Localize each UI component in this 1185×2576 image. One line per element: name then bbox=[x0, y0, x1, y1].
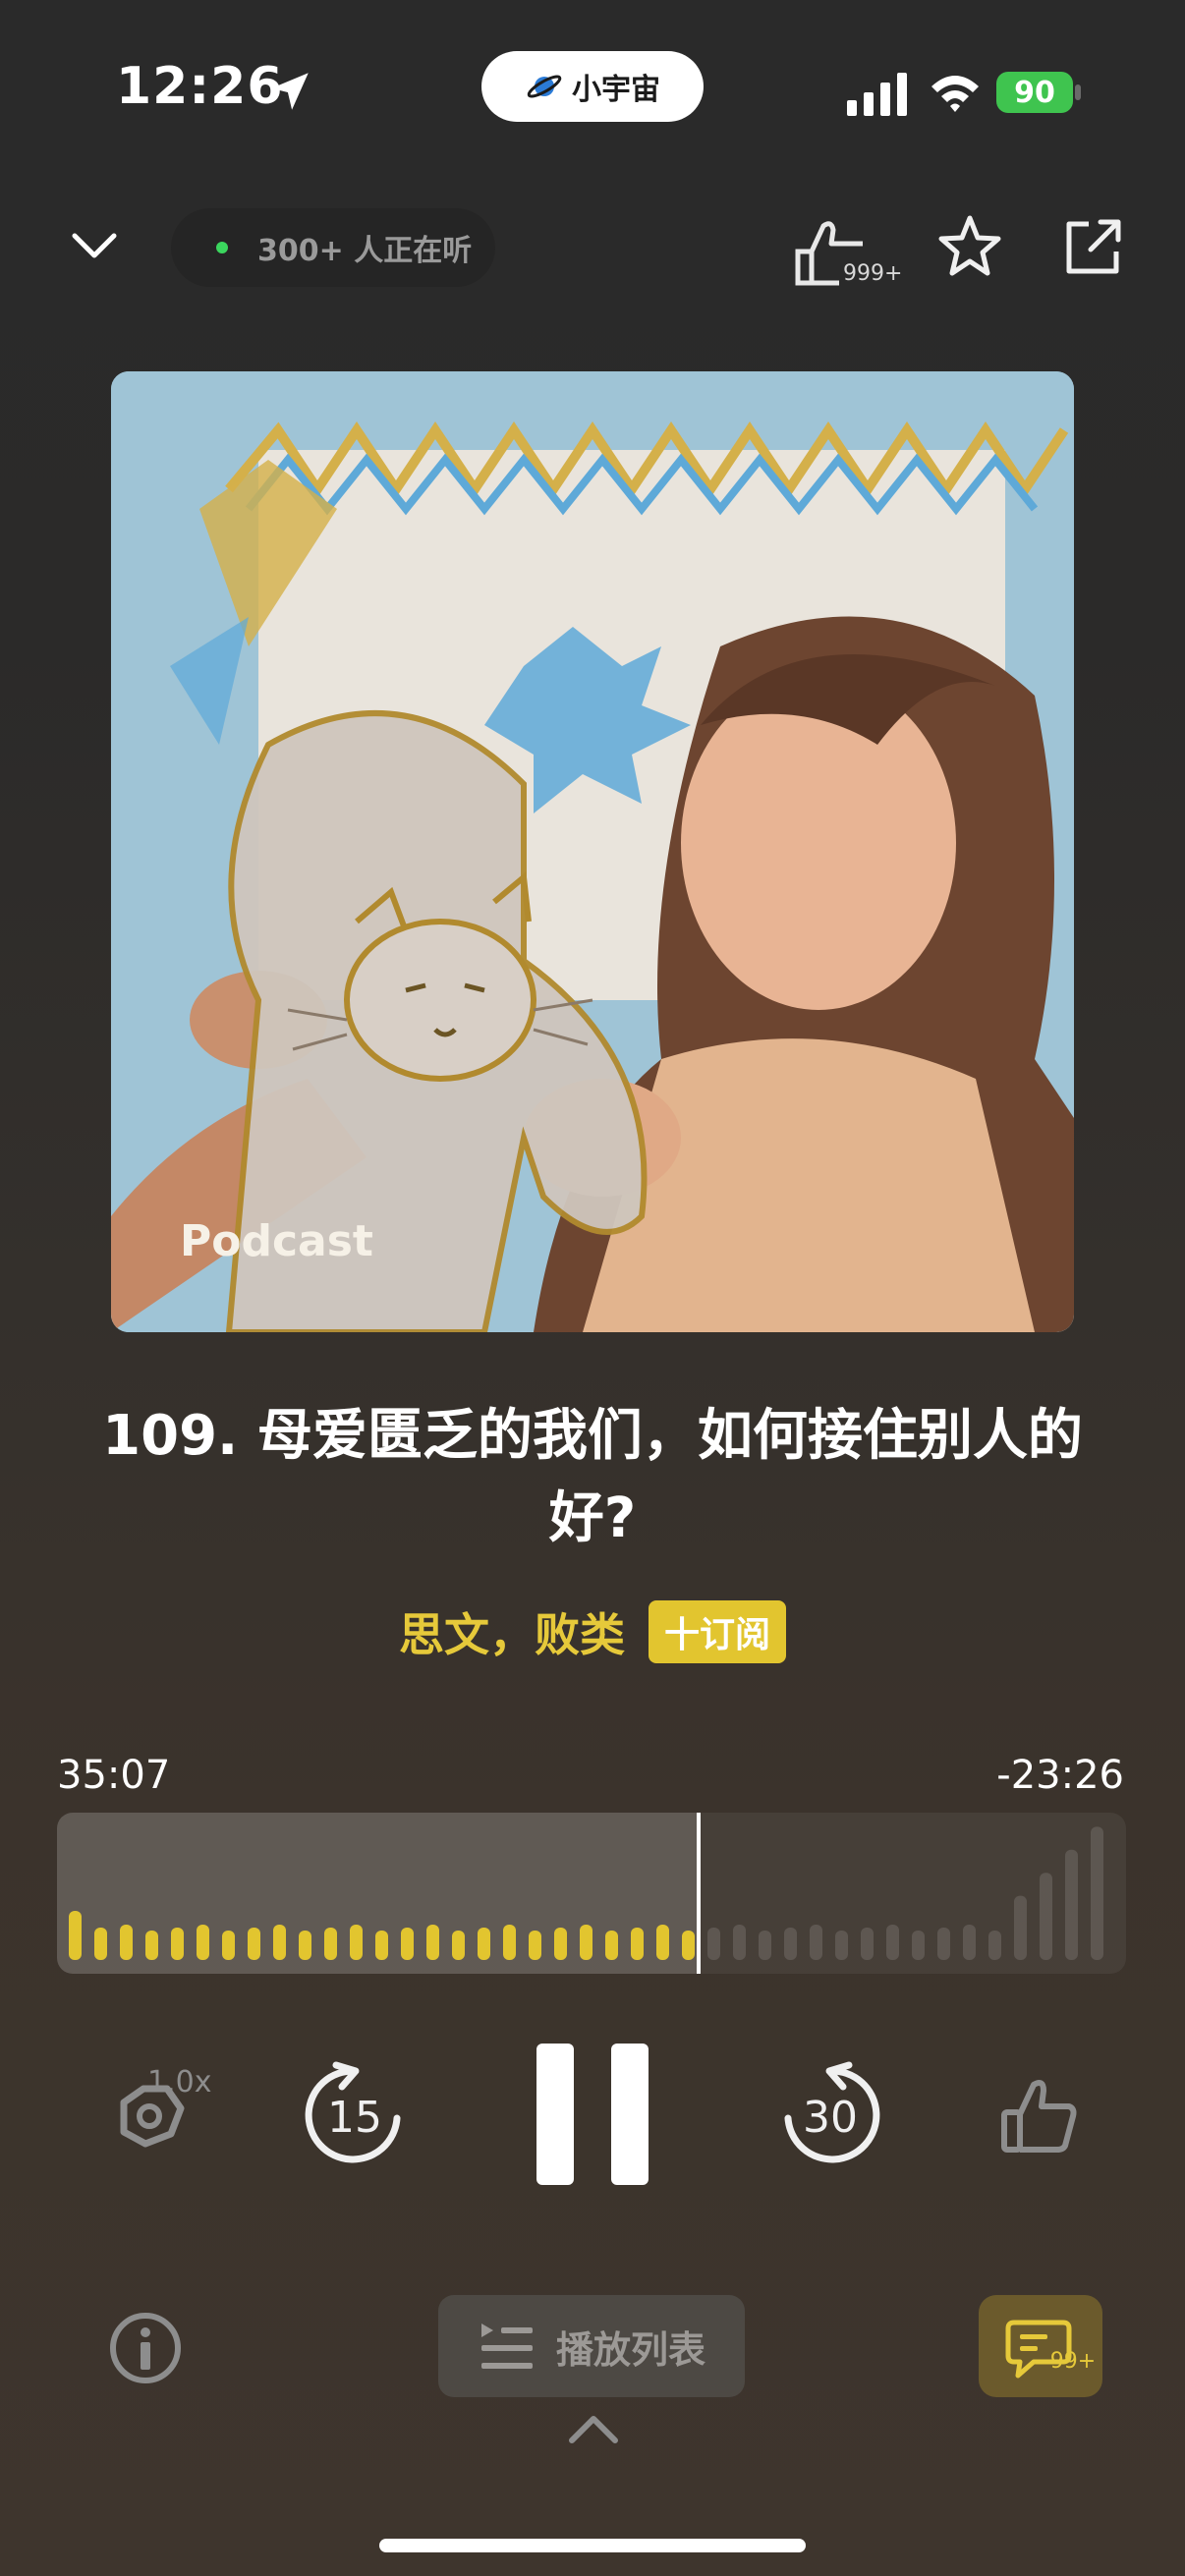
cover-art: Podcast bbox=[111, 371, 1074, 1332]
wifi-icon bbox=[931, 76, 979, 112]
waveform-bar bbox=[145, 1931, 158, 1960]
cover-illustration: Podcast bbox=[111, 371, 1074, 1332]
skip-forward-30-icon[interactable]: 30 bbox=[774, 2059, 886, 2171]
waveform-bar bbox=[222, 1931, 235, 1960]
waveform-bar bbox=[401, 1928, 414, 1960]
like-count-button[interactable]: 999+ bbox=[792, 216, 903, 291]
waveform-bar bbox=[605, 1931, 618, 1960]
comment-icon: 99+ bbox=[1005, 2320, 1096, 2379]
star-icon[interactable] bbox=[935, 212, 1004, 281]
waveform-bar bbox=[835, 1931, 848, 1960]
planet-icon bbox=[527, 75, 562, 98]
waveform-bar bbox=[810, 1925, 822, 1960]
listeners-badge: 300+ 人正在听 bbox=[171, 208, 495, 287]
skip-back-label: 15 bbox=[327, 2093, 382, 2143]
home-indicator bbox=[379, 2539, 806, 2552]
chevron-up-icon[interactable] bbox=[566, 2413, 621, 2444]
waveform-bar bbox=[988, 1931, 1001, 1960]
episode-title: 109. 母爱匮乏的我们，如何接住别人的好? bbox=[102, 1404, 1083, 1550]
waveform-bar bbox=[963, 1925, 976, 1960]
comments-button[interactable]: 99+ bbox=[979, 2295, 1102, 2397]
elapsed-time: 35:07 bbox=[57, 1753, 171, 1798]
like-count-number: 999+ bbox=[843, 261, 903, 286]
waveform-bar bbox=[656, 1925, 669, 1960]
waveform-bar bbox=[631, 1928, 644, 1960]
waveform-bar bbox=[707, 1928, 720, 1960]
playback-speed-label: 1.0x bbox=[147, 2065, 212, 2100]
waveform-bar bbox=[503, 1925, 516, 1960]
share-icon[interactable] bbox=[1061, 214, 1126, 279]
playlist-icon bbox=[480, 2324, 533, 2369]
waveform-bar bbox=[171, 1928, 184, 1960]
location-arrow-icon bbox=[271, 73, 309, 110]
playlist-button[interactable]: 播放列表 bbox=[438, 2295, 745, 2397]
author-row: 思文，败类 十订阅 bbox=[0, 1599, 1185, 1664]
waveform-bar bbox=[861, 1928, 874, 1960]
waveform-bar bbox=[426, 1925, 439, 1960]
waveform-bar bbox=[1091, 1826, 1103, 1960]
waveform-bar bbox=[784, 1928, 797, 1960]
cover-podcast-text: Podcast bbox=[180, 1216, 373, 1266]
live-dot bbox=[216, 242, 228, 253]
waveform-bar bbox=[554, 1928, 567, 1960]
battery-level: 90 bbox=[1014, 75, 1055, 110]
player-screen: 12:26 小宇宙 90 300+ 人正在听 999+ Podcast 109.… bbox=[0, 0, 1185, 2576]
waveform-bar bbox=[324, 1928, 337, 1960]
waveform-bar bbox=[1065, 1849, 1078, 1960]
waveform-bar bbox=[350, 1925, 363, 1960]
waveform-bar bbox=[580, 1925, 592, 1960]
subscribe-button[interactable]: 十订阅 bbox=[648, 1600, 786, 1663]
waveform-bar bbox=[1040, 1873, 1052, 1960]
waveform-bar bbox=[682, 1931, 695, 1960]
waveform-bar bbox=[120, 1925, 133, 1960]
waveform-bar bbox=[937, 1928, 950, 1960]
playlist-label: 播放列表 bbox=[555, 2327, 705, 2372]
waveform-bar bbox=[478, 1928, 490, 1960]
waveform-bar bbox=[69, 1911, 82, 1960]
waveform-bar bbox=[1014, 1895, 1027, 1960]
skip-forward-label: 30 bbox=[803, 2093, 858, 2143]
pause-icon[interactable] bbox=[536, 2044, 649, 2185]
waveform-bar bbox=[273, 1925, 286, 1960]
waveform-bar bbox=[299, 1931, 311, 1960]
thumbs-up-icon[interactable] bbox=[1000, 2077, 1079, 2156]
info-icon[interactable] bbox=[108, 2311, 183, 2385]
waveform-bar bbox=[94, 1928, 107, 1960]
playhead[interactable] bbox=[697, 1813, 701, 1974]
waveform-bar bbox=[886, 1925, 899, 1960]
cellular-signal-icon bbox=[847, 73, 907, 116]
waveform-bar bbox=[197, 1925, 209, 1960]
app-pill[interactable]: 小宇宙 bbox=[481, 51, 704, 122]
comment-count: 99+ bbox=[1050, 2349, 1096, 2374]
skip-back-15-icon[interactable]: 15 bbox=[299, 2059, 411, 2171]
waveform-bar bbox=[452, 1931, 465, 1960]
chevron-down-icon[interactable] bbox=[67, 224, 122, 267]
waveform-bar bbox=[733, 1925, 746, 1960]
remaining-time: -23:26 bbox=[996, 1753, 1124, 1798]
app-pill-label: 小宇宙 bbox=[572, 73, 660, 107]
waveform-bar bbox=[912, 1931, 925, 1960]
listeners-text: 300+ 人正在听 bbox=[257, 234, 473, 268]
waveform-bar bbox=[529, 1931, 541, 1960]
podcast-authors[interactable]: 思文，败类 bbox=[399, 1599, 625, 1664]
battery-indicator: 90 bbox=[996, 72, 1073, 113]
waveform-bars bbox=[69, 1813, 1103, 1974]
waveform-bar bbox=[759, 1931, 771, 1960]
status-time: 12:26 bbox=[116, 57, 284, 116]
waveform-bar bbox=[248, 1928, 260, 1960]
waveform-scrubber[interactable] bbox=[57, 1813, 1126, 1974]
battery-cap bbox=[1075, 84, 1081, 100]
waveform-bar bbox=[375, 1931, 388, 1960]
